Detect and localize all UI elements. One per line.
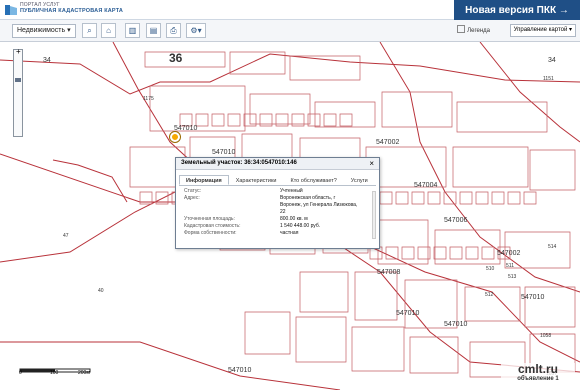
- map-label-34-right: 34: [548, 57, 556, 64]
- tab-characteristics[interactable]: Характеристики: [229, 175, 284, 185]
- map-label-511: 511: [506, 263, 514, 269]
- map-label-512: 512: [485, 292, 494, 298]
- map-label-547010-bottom: 547010: [228, 367, 251, 374]
- address-row: Адрес: Воронежская область, г Воронеж, ул…: [184, 195, 358, 215]
- legend-checkbox[interactable]: Легенда: [457, 25, 490, 34]
- parcel-details: Статус: Учтенный Адрес: Воронежская област…: [176, 186, 379, 239]
- scale-label-200: 200м: [78, 370, 90, 376]
- ownership-row: Форма собственности: частная: [184, 230, 299, 236]
- tab-services[interactable]: Услуги: [344, 175, 375, 185]
- portal-title: ПОРТАЛ УСЛУГ ПУБЛИЧНАЯ КАДАСТРОВАЯ КАРТА: [20, 2, 124, 14]
- print-icon[interactable]: ⎙: [166, 23, 181, 38]
- map-label-547008: 547008: [377, 269, 400, 276]
- map-label-547006: 547006: [444, 217, 467, 224]
- tab-service[interactable]: Кто обслуживает?: [283, 175, 343, 185]
- scale-label-0: 0: [19, 370, 22, 376]
- portal-header: ПОРТАЛ УСЛУГ ПУБЛИЧНАЯ КАДАСТРОВАЯ КАРТА …: [0, 0, 580, 20]
- popup-title: Земельный участок: 36:34:0547010:146: [176, 158, 379, 170]
- tab-information[interactable]: Информация: [179, 175, 229, 185]
- map-label-1058: 1058: [540, 333, 551, 339]
- zoom-slider[interactable]: [13, 47, 23, 137]
- popup-scrollbar[interactable]: [372, 191, 376, 239]
- map-label-547004: 547004: [414, 182, 437, 189]
- map-label-40: 40: [98, 288, 104, 294]
- selected-parcel-marker[interactable]: [170, 132, 180, 142]
- map-label-547010-right: 547010: [521, 294, 544, 301]
- ruler-icon[interactable]: ⌕: [82, 23, 97, 38]
- property-type-select[interactable]: Недвижимость ▾: [12, 24, 76, 38]
- settings-dropdown-icon[interactable]: ⚙▾: [186, 23, 206, 38]
- map-label-547002-a: 547002: [376, 139, 399, 146]
- cadastral-cost-row: Кадастровая стоимость: 1 540 448.00 руб.: [184, 223, 321, 229]
- map-label-547010-center: 547010: [444, 321, 467, 328]
- parcel-info-popup: Земельный участок: 36:34:0547010:146 × И…: [175, 157, 380, 249]
- status-row: Статус: Учтенный: [184, 188, 303, 194]
- map-label-547010-mid: 547010: [212, 149, 235, 156]
- map-label-1175: 1175: [143, 96, 154, 102]
- building-icon[interactable]: ▥: [125, 23, 140, 38]
- home-icon[interactable]: ⌂: [101, 23, 116, 38]
- map-label-513: 513: [508, 274, 517, 280]
- map-control-select[interactable]: Управление картой ▾: [509, 24, 576, 37]
- portal-logo: [4, 3, 18, 17]
- watermark: cmlt.ru объявление 1: [501, 363, 575, 385]
- area-row: Уточненная площадь: 800.00 кв. м: [184, 216, 308, 222]
- map-label-547010-small: 547010: [396, 310, 419, 317]
- map-label-36: 36: [169, 51, 183, 65]
- new-version-button[interactable]: Новая версия ПКК →: [454, 0, 580, 20]
- map-label-1151: 1151: [543, 76, 554, 82]
- map-label-34-left: 34: [43, 57, 51, 64]
- close-icon[interactable]: ×: [369, 159, 374, 168]
- scale-label-100: 100: [50, 370, 59, 376]
- map-label-47: 47: [63, 233, 69, 239]
- map-label-514: 514: [548, 244, 557, 250]
- popup-tabs: Информация Характеристики Кто обслуживае…: [179, 175, 376, 186]
- map-label-510: 510: [486, 266, 495, 272]
- document-icon[interactable]: ▤: [146, 23, 161, 38]
- map-toolbar: Недвижимость ▾ ⌕ ⌂ ▥ ▤ ⎙ ⚙▾ Легенда Упра…: [0, 20, 580, 42]
- map-label-547002-b: 547002: [497, 250, 520, 257]
- map-label-547010-top: 547010: [174, 125, 197, 132]
